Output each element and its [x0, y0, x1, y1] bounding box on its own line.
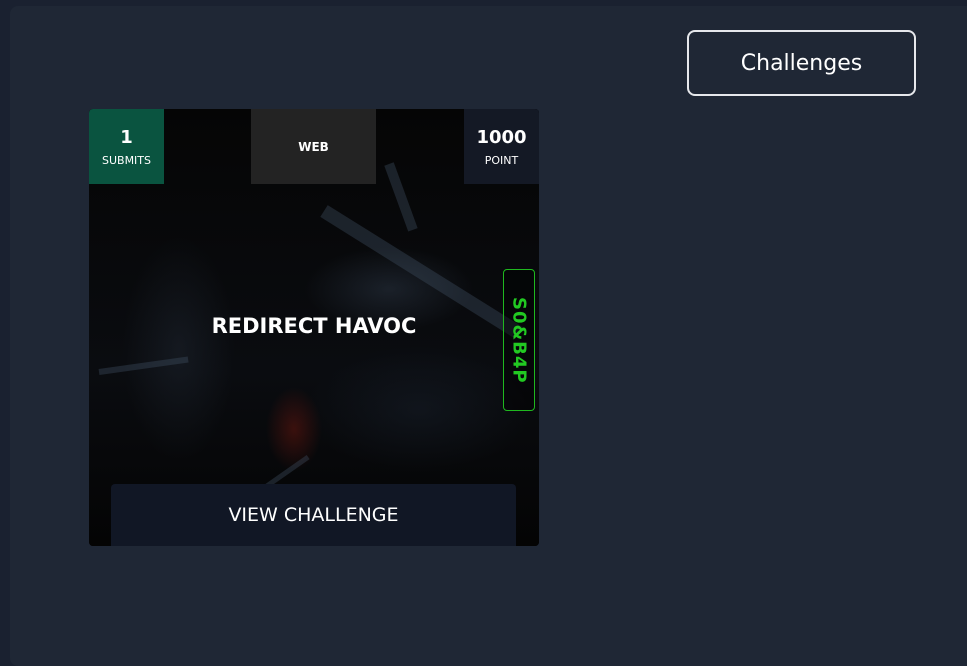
challenge-card[interactable]: 1 SUBMITS WEB 1000 POINT REDIRECT HAVOC …	[89, 109, 539, 546]
author-name: S0&B4P	[508, 296, 530, 384]
points-value: 1000	[476, 126, 527, 148]
points-badge: 1000 POINT	[464, 109, 539, 184]
challenge-title: REDIRECT HAVOC	[211, 314, 417, 338]
points-label: POINT	[484, 153, 519, 167]
category-label: WEB	[298, 139, 329, 154]
author-tag: S0&B4P	[503, 269, 535, 411]
challenges-button[interactable]: Challenges	[687, 30, 916, 96]
submits-badge: 1 SUBMITS	[89, 109, 164, 184]
submits-label: SUBMITS	[101, 153, 152, 167]
category-badge: WEB	[251, 109, 376, 184]
view-challenge-button[interactable]: VIEW CHALLENGE	[111, 484, 516, 546]
submits-count: 1	[120, 126, 133, 148]
